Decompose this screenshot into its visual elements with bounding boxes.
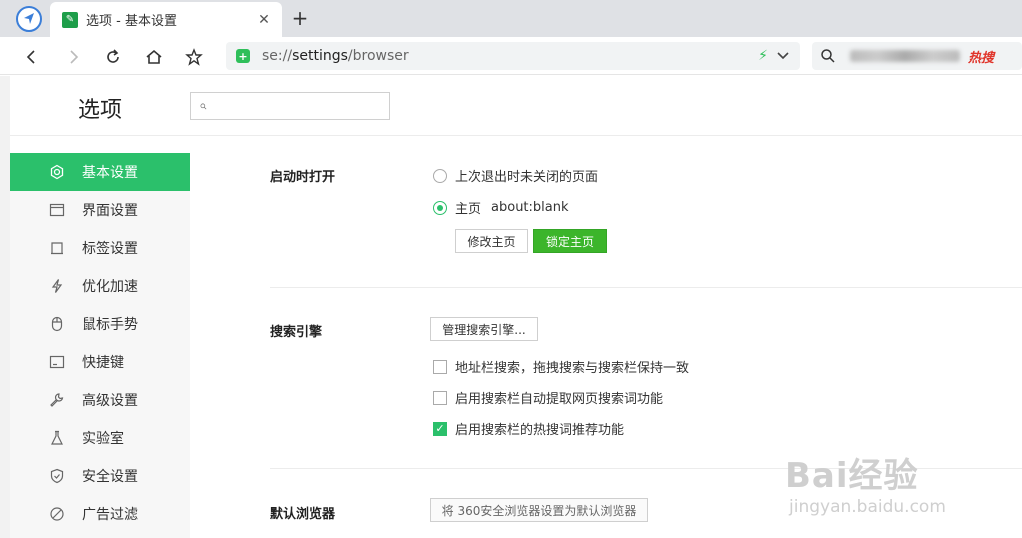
option-label: 启用搜索栏的热搜词推荐功能 (455, 423, 625, 438)
radio-last-session[interactable] (433, 168, 447, 183)
address-bar[interactable]: + se://settings/browser ⚡ (226, 42, 800, 70)
option-label: 启用搜索栏自动提取网页搜索词功能 (455, 392, 664, 407)
star-icon[interactable] (181, 44, 207, 70)
search-engine-label: 搜索引擎 (270, 325, 323, 340)
sidebar-item-mouse-gesture[interactable]: 鼠标手势 (10, 305, 190, 343)
default-browser-label: 默认浏览器 (270, 507, 336, 522)
option-hot-search-recommend[interactable]: ✓ 启用搜索栏的热搜词推荐功能 (433, 419, 624, 438)
sidebar-item-lab[interactable]: 实验室 (10, 419, 190, 457)
lock-home-button[interactable]: 锁定主页 (533, 229, 607, 253)
startup-option-home[interactable]: 主页 about:blank (433, 198, 569, 217)
startup-option-last-session[interactable]: 上次退出时未关闭的页面 (433, 166, 598, 185)
search-icon (200, 103, 207, 109)
blurred-search-suggestion (850, 50, 960, 62)
page-title: 选项 (78, 98, 123, 123)
sidebar-item-tabs[interactable]: 标签设置 (10, 229, 190, 267)
sidebar-item-basic[interactable]: 基本设置 (10, 153, 190, 191)
settings-sidebar: 基本设置 界面设置 标签设置 优化加速 鼠标手势 快捷键 高级设置 实验室 安全… (10, 153, 190, 538)
option-addressbar-search-sync[interactable]: 地址栏搜索，拖拽搜索与搜索栏保持一致 (433, 357, 689, 376)
gear-icon (48, 163, 66, 181)
home-icon[interactable] (141, 44, 167, 70)
back-icon[interactable] (19, 44, 45, 70)
search-icon (821, 49, 835, 63)
tab-icon (48, 239, 66, 257)
speed-mode-icon[interactable]: ⚡ (754, 47, 772, 65)
address-text[interactable]: se://settings/browser (262, 48, 754, 64)
mouse-icon (48, 315, 66, 333)
manage-search-engines-button[interactable]: 管理搜索引擎... (430, 317, 538, 341)
hot-search-label[interactable]: 热搜 (968, 47, 994, 66)
checkbox-auto-extract-keywords[interactable] (433, 390, 447, 405)
sidebar-item-label: 鼠标手势 (82, 317, 138, 333)
window-icon (48, 201, 66, 219)
sidebar-item-label: 优化加速 (82, 279, 138, 295)
header-divider (10, 135, 1022, 136)
watermark-sub: jingyan.baidu.com (789, 497, 946, 517)
checkbox-hot-search-recommend[interactable]: ✓ (433, 421, 447, 436)
browser-logo-icon[interactable] (16, 6, 42, 32)
sidebar-item-security[interactable]: 安全设置 (10, 457, 190, 495)
forward-icon[interactable] (60, 44, 86, 70)
option-label: 上次退出时未关闭的页面 (455, 170, 599, 185)
settings-search-box[interactable] (190, 92, 390, 120)
set-default-browser-button[interactable]: 将 360安全浏览器设置为默认浏览器 (430, 498, 648, 522)
bolt-icon (48, 277, 66, 295)
keyboard-icon (48, 353, 66, 371)
home-url: about:blank (491, 200, 569, 215)
sidebar-item-label: 高级设置 (82, 393, 138, 409)
sidebar-item-label: 实验室 (82, 431, 124, 447)
left-gutter (0, 76, 10, 538)
block-icon (48, 505, 66, 523)
baidu-watermark: Bai经验 jingyan.baidu.com (785, 448, 985, 518)
flask-icon (48, 429, 66, 447)
sidebar-item-label: 安全设置 (82, 469, 138, 485)
radio-home[interactable] (433, 200, 447, 215)
sidebar-item-adblock[interactable]: 广告过滤 (10, 495, 190, 533)
sidebar-item-optimize[interactable]: 优化加速 (10, 267, 190, 305)
tab-settings[interactable]: ✎ 选项 - 基本设置 ✕ (50, 2, 282, 37)
checkbox-addressbar-search-sync[interactable] (433, 359, 447, 374)
secure-shield-icon: + (236, 49, 250, 63)
settings-search-input[interactable] (213, 98, 389, 114)
watermark-main: Bai经验 (785, 456, 919, 496)
toolbar: + se://settings/browser ⚡ 热搜 (0, 37, 1022, 75)
sidebar-item-interface[interactable]: 界面设置 (10, 191, 190, 229)
sidebar-item-label: 标签设置 (82, 241, 138, 257)
wrench-icon: ✎ (62, 11, 78, 28)
shield-icon (48, 467, 66, 485)
sidebar-item-label: 界面设置 (82, 203, 138, 219)
reload-icon[interactable] (100, 44, 126, 70)
edit-home-button[interactable]: 修改主页 (455, 229, 528, 253)
sidebar-item-label: 快捷键 (82, 355, 124, 371)
tab-title: 选项 - 基本设置 (86, 14, 177, 29)
option-label: 主页 (455, 202, 482, 217)
chevron-down-icon[interactable] (772, 45, 794, 67)
option-auto-extract-keywords[interactable]: 启用搜索栏自动提取网页搜索词功能 (433, 388, 663, 407)
startup-label: 启动时打开 (270, 170, 336, 185)
new-tab-icon[interactable]: + (288, 6, 312, 30)
sidebar-item-shortcuts[interactable]: 快捷键 (10, 343, 190, 381)
wrench-icon (48, 391, 66, 409)
option-label: 地址栏搜索，拖拽搜索与搜索栏保持一致 (455, 361, 690, 376)
sidebar-item-label: 广告过滤 (82, 507, 138, 523)
section-divider (270, 287, 1022, 288)
close-tab-icon[interactable]: ✕ (252, 8, 276, 32)
search-bar[interactable]: 热搜 (812, 42, 1022, 70)
tab-strip: ✎ 选项 - 基本设置 ✕ + (0, 0, 1022, 37)
sidebar-item-label: 基本设置 (82, 165, 138, 181)
sidebar-item-advanced[interactable]: 高级设置 (10, 381, 190, 419)
